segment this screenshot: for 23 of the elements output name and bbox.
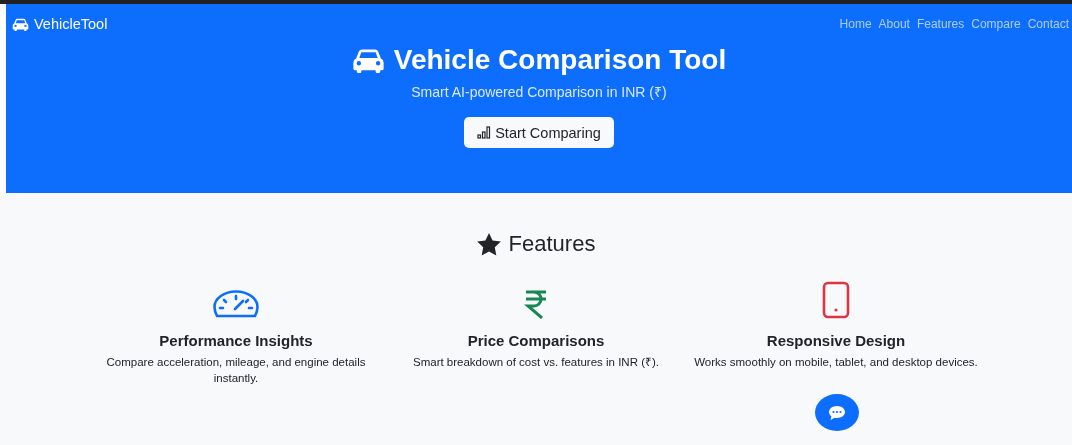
nav-link[interactable]: About: [878, 17, 910, 31]
feature-description: Smart breakdown of cost vs. features in INR (₹).: [413, 355, 659, 370]
feature-description: Works smoothly on mobile, tablet, and desktop devices.: [694, 355, 978, 370]
car-icon: [351, 47, 385, 73]
brand-name: VehicleTool: [34, 16, 108, 32]
section-heading: Features: [508, 231, 596, 257]
feature-description: Compare acceleration, mileage, and engine details instantly.: [105, 355, 367, 386]
feature-title: Price Comparisons: [467, 332, 605, 349]
feature-title: Responsive Design: [766, 332, 906, 349]
nav-link[interactable]: Compare: [971, 17, 1021, 31]
start-comparing-button[interactable]: Start Comparing: [464, 117, 614, 148]
bar-chart-icon: [477, 126, 492, 139]
car-icon: [12, 17, 29, 31]
hero-subtitle: Smart AI-powered Comparison in INR (₹): [411, 83, 667, 101]
chat-button[interactable]: [815, 394, 859, 431]
nav-link[interactable]: Contact: [1027, 17, 1069, 31]
hero-title: Vehicle Comparison Tool: [393, 44, 727, 76]
chat-icon: [828, 404, 846, 421]
nav-link[interactable]: Features: [916, 17, 965, 31]
brand-link[interactable]: VehicleTool: [12, 16, 108, 32]
nav-link[interactable]: Home: [839, 17, 872, 31]
star-icon: [476, 232, 501, 256]
feature-title: Performance Insights: [159, 332, 313, 349]
